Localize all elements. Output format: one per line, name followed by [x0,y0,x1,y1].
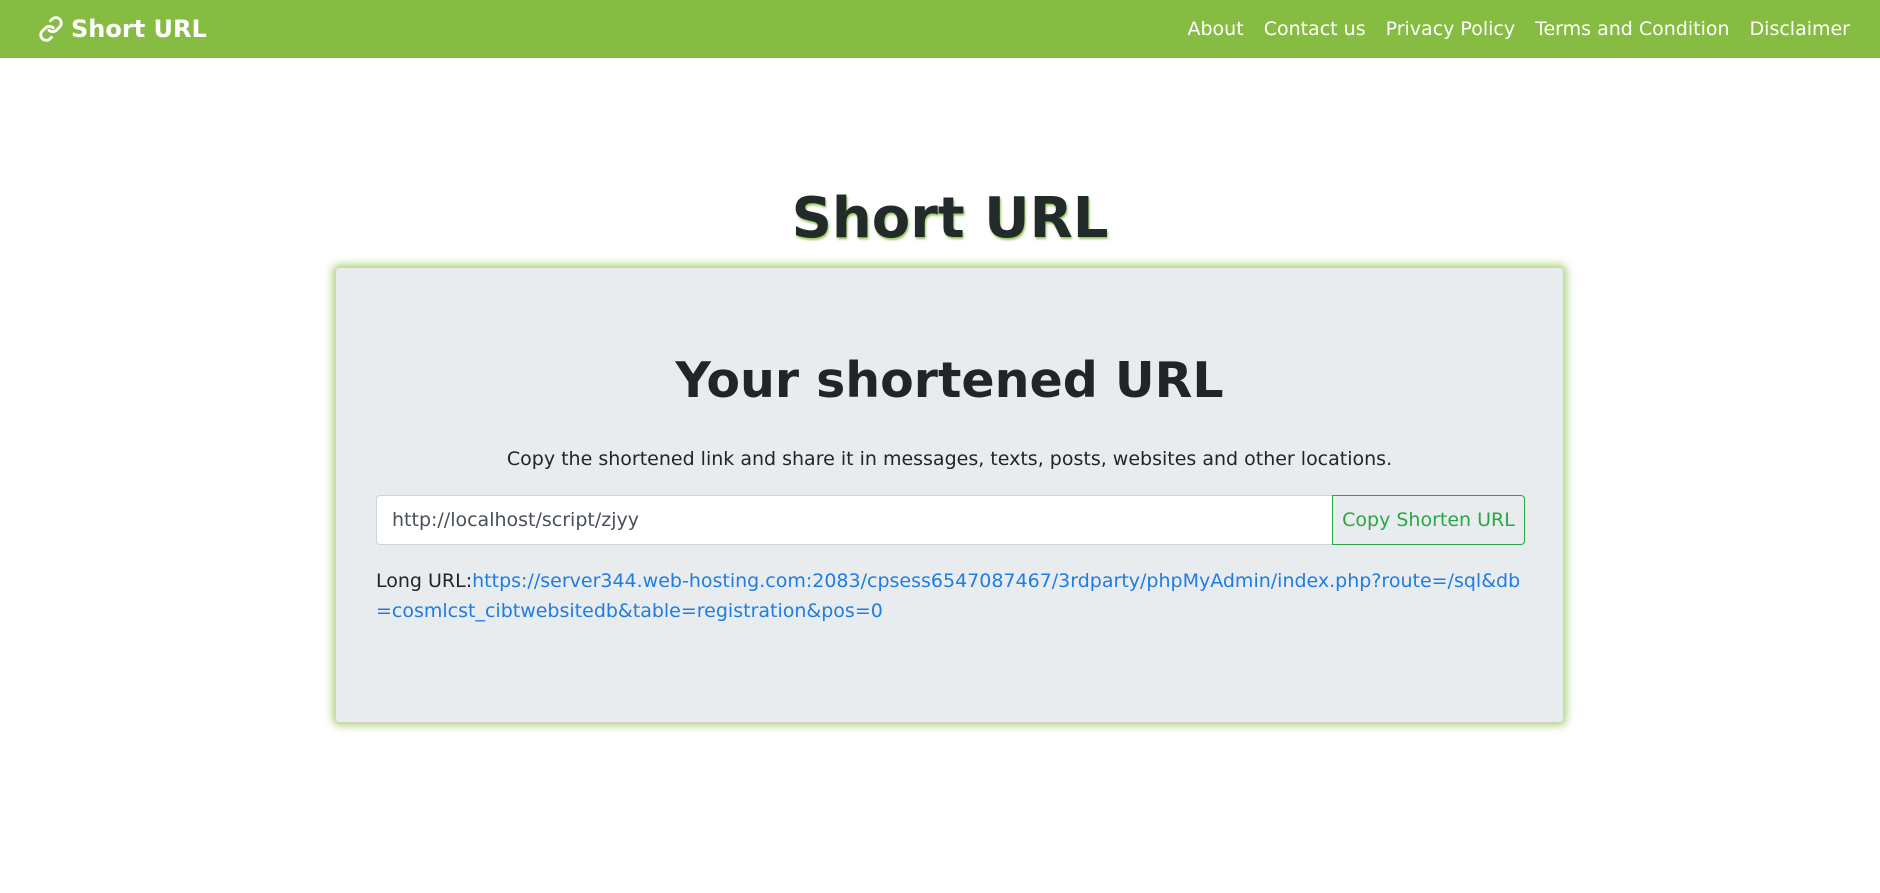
brand-link[interactable]: Short URL [38,15,207,43]
page-title: Short URL [791,186,1109,251]
short-url-group: Copy Shorten URL [376,495,1525,545]
long-url-link[interactable]: https://server344.web-hosting.com:2083/c… [376,570,1520,622]
short-url-input[interactable] [376,495,1332,545]
nav-link-terms[interactable]: Terms and Condition [1535,18,1729,40]
nav-link-about[interactable]: About [1188,18,1244,40]
result-card: Your shortened URL Copy the shortened li… [335,267,1564,723]
result-description: Copy the shortened link and share it in … [506,448,1393,470]
nav-link-privacy-policy[interactable]: Privacy Policy [1386,18,1515,40]
long-url-label: Long URL: [376,570,473,592]
nav-link-contact[interactable]: Contact us [1264,18,1366,40]
copy-short-url-button[interactable]: Copy Shorten URL [1332,495,1525,545]
nav-link-disclaimer[interactable]: Disclaimer [1750,18,1850,40]
result-heading: Your shortened URL [675,352,1224,409]
link-icon [38,16,64,42]
top-navbar: Short URL About Contact us Privacy Polic… [0,0,1880,58]
nav-links: About Contact us Privacy Policy Terms an… [1168,18,1851,40]
brand-label: Short URL [71,15,207,43]
long-url-row: Long URL:https://server344.web-hosting.c… [376,566,1525,626]
